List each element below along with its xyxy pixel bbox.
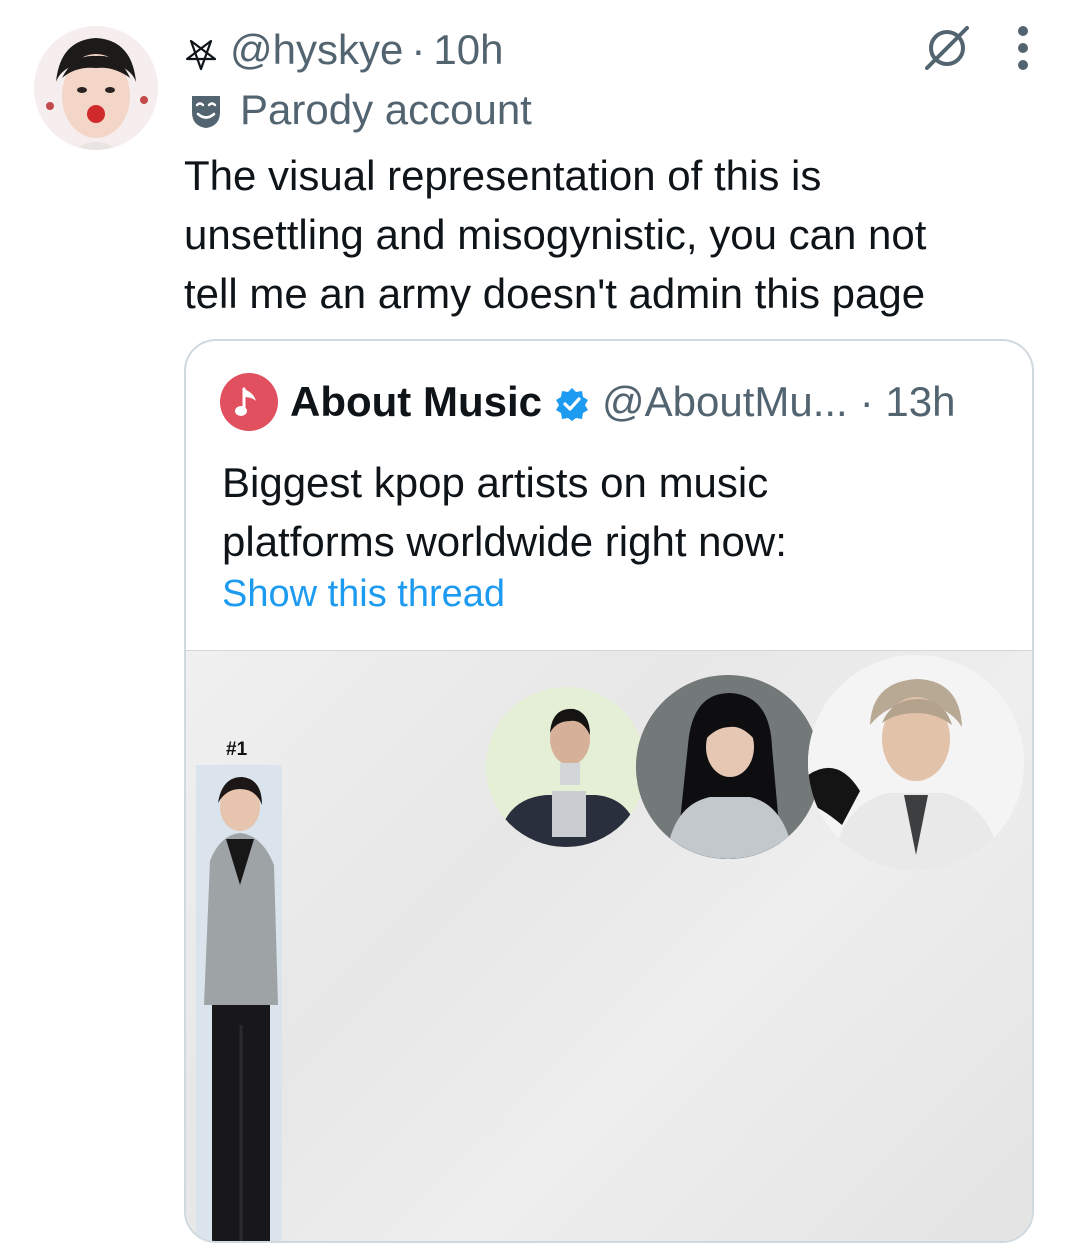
author-handle[interactable]: @hyskye	[230, 26, 403, 74]
author-avatar[interactable]	[34, 26, 158, 150]
music-note-icon[interactable]	[220, 373, 278, 431]
tweet-text: The visual representation of this is uns…	[184, 152, 927, 317]
parody-label-row: Parody account	[186, 82, 532, 138]
artist-photo-2	[486, 687, 646, 847]
quote-time[interactable]: · 13h	[860, 378, 956, 426]
parody-label: Parody account	[240, 86, 532, 133]
header-separator: ·	[411, 26, 426, 73]
grok-icon[interactable]	[919, 20, 975, 76]
quote-author-name[interactable]: About Music	[290, 378, 542, 426]
more-options-icon[interactable]	[1015, 26, 1031, 70]
pentagram-icon	[184, 33, 218, 71]
rank-label: #1	[226, 739, 248, 760]
tweet-header: @hyskye · 10h	[184, 22, 503, 78]
quote-text: Biggest kpop artists on music platforms …	[222, 459, 787, 565]
quoted-tweet-card[interactable]: About Music @AboutMu... · 13h Biggest kp…	[184, 339, 1034, 1243]
quote-header: About Music @AboutMu... · 13h	[220, 371, 955, 433]
tweet-time[interactable]: 10h	[433, 26, 503, 74]
rank-1-photo	[196, 765, 282, 1241]
parody-mask-icon	[186, 90, 226, 130]
quote-media-image[interactable]: #1	[186, 650, 1032, 1241]
artist-photo-3	[636, 675, 820, 859]
show-thread-link[interactable]: Show this thread	[222, 573, 505, 616]
tweet-actions	[919, 20, 1031, 76]
artist-photo-4	[808, 655, 1024, 871]
quote-author-handle[interactable]: @AboutMu...	[602, 378, 848, 426]
verified-badge-icon	[554, 384, 590, 421]
